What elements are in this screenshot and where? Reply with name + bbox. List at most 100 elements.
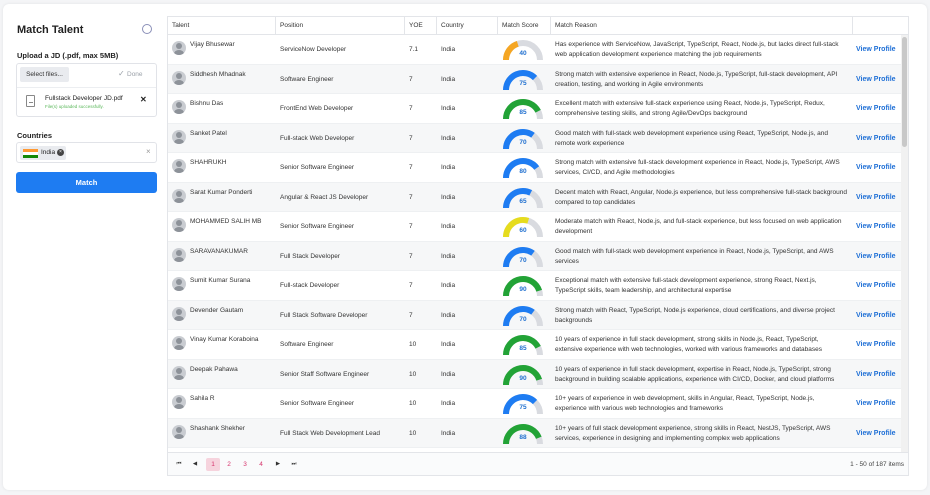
view-profile-link[interactable]: View Profile — [856, 212, 896, 241]
match-button[interactable]: Match — [16, 172, 157, 193]
header-country[interactable]: Country — [437, 17, 498, 35]
table-row[interactable]: Sahila R Senior Software Engineer 10 Ind… — [168, 389, 908, 419]
first-page-button[interactable]: ⏮ — [172, 458, 186, 471]
view-profile-link[interactable]: View Profile — [856, 419, 896, 448]
view-profile-link[interactable]: View Profile — [856, 389, 896, 418]
match-score-value: 90 — [519, 374, 527, 382]
last-page-button[interactable]: ⏭ — [287, 458, 301, 471]
country-chip: India × — [20, 146, 66, 160]
view-profile-link[interactable]: View Profile — [856, 94, 896, 123]
table-row[interactable]: Sumit Kumar Surana Full-stack Developer … — [168, 271, 908, 301]
avatar-icon — [172, 395, 186, 409]
match-score-gauge: 70 — [501, 243, 545, 271]
remove-file-icon[interactable]: ✕ — [140, 95, 147, 104]
position-cell: Full Stack Web Development Lead — [280, 429, 380, 437]
match-reason-cell: Has experience with ServiceNow, JavaScri… — [555, 41, 839, 58]
vertical-scrollbar[interactable] — [901, 35, 908, 452]
avatar-icon — [172, 41, 186, 55]
match-score-gauge: 40 — [501, 36, 545, 64]
refresh-icon[interactable] — [142, 24, 152, 34]
table-row[interactable]: Vijay Bhusewar ServiceNow Developer 7.1 … — [168, 35, 908, 65]
next-page-button[interactable]: ▶ — [271, 458, 285, 471]
page-3-button[interactable]: 3 — [238, 458, 252, 471]
view-profile-link[interactable]: View Profile — [856, 271, 896, 300]
page-4-button[interactable]: 4 — [254, 458, 268, 471]
view-profile-link[interactable]: View Profile — [856, 360, 896, 389]
page-1-button[interactable]: 1 — [206, 458, 220, 471]
talent-cell: Deepak Pahawa — [168, 360, 276, 389]
upload-label: Upload a JD (.pdf, max 5MB) — [17, 51, 119, 60]
talent-name: Sanket Patel — [190, 129, 227, 137]
file-icon — [26, 95, 35, 107]
talent-cell: Sarat Kumar Ponderti — [168, 183, 276, 212]
header-match-reason[interactable]: Match Reason — [551, 17, 853, 35]
prev-page-button[interactable]: ◀ — [188, 458, 202, 471]
header-yoe[interactable]: YOE — [405, 17, 437, 35]
talent-cell: Devender Gautam — [168, 301, 276, 330]
grid-header: Talent Position YOE Country Match Score … — [168, 17, 908, 35]
header-talent[interactable]: Talent — [168, 17, 276, 35]
table-row[interactable]: SARAVANAKUMAR Full Stack Developer 7 Ind… — [168, 241, 908, 271]
match-reason-cell: Good match with full-stack web developme… — [555, 247, 834, 265]
talent-name: MOHAMMED SALIH MB — [190, 218, 262, 225]
table-row[interactable]: Siddhesh Mhadnak Software Engineer 7 Ind… — [168, 64, 908, 94]
table-row[interactable]: Bishnu Das FrontEnd Web Developer 7 Indi… — [168, 94, 908, 124]
match-score-gauge: 70 — [501, 302, 545, 330]
table-row[interactable]: Vinay Kumar Koraboina Software Engineer … — [168, 330, 908, 360]
talent-cell: Vinay Kumar Koraboina — [168, 330, 276, 359]
table-row[interactable]: SHAHRUKH Senior Software Engineer 7 Indi… — [168, 153, 908, 183]
match-score-value: 75 — [519, 404, 527, 411]
talent-cell: Sahila R — [168, 389, 276, 418]
match-score-gauge: 85 — [501, 95, 545, 123]
avatar-icon — [172, 424, 186, 439]
view-profile-link[interactable]: View Profile — [856, 124, 896, 153]
avatar-icon — [172, 129, 186, 144]
page-2-button[interactable]: 2 — [222, 458, 236, 471]
match-score-value: 85 — [519, 345, 527, 352]
country-cell: India — [441, 75, 456, 83]
view-profile-link[interactable]: View Profile — [856, 330, 896, 359]
match-score-value: 75 — [519, 79, 527, 87]
match-score-value: 60 — [519, 227, 527, 234]
country-cell: India — [441, 341, 456, 348]
position-cell: Full Stack Software Developer — [280, 311, 368, 319]
view-profile-link[interactable]: View Profile — [856, 183, 896, 212]
table-row[interactable]: Sanket Patel Full-stack Web Developer 7 … — [168, 123, 908, 153]
match-score-value: 90 — [519, 286, 527, 293]
table-row[interactable]: MOHAMMED SALIH MB Senior Software Engine… — [168, 212, 908, 242]
country-cell: India — [441, 193, 456, 201]
remove-chip-icon[interactable]: × — [57, 149, 64, 156]
view-profile-link[interactable]: View Profile — [856, 242, 896, 271]
talent-cell: SARAVANAKUMAR — [168, 242, 276, 271]
done-button[interactable]: Done — [127, 71, 143, 78]
view-profile-link[interactable]: View Profile — [856, 153, 896, 182]
scrollbar-thumb[interactable] — [902, 37, 907, 147]
table-row[interactable]: Devender Gautam Full Stack Software Deve… — [168, 300, 908, 330]
header-position[interactable]: Position — [276, 17, 405, 35]
table-row[interactable]: Sarat Kumar Ponderti Angular & React JS … — [168, 182, 908, 212]
panel-title: Match Talent — [17, 24, 84, 36]
yoe-cell: 7 — [409, 282, 413, 289]
view-profile-link[interactable]: View Profile — [856, 301, 896, 330]
table-row[interactable]: Deepak Pahawa Senior Staff Software Engi… — [168, 359, 908, 389]
left-panel: Match Talent Upload a JD (.pdf, max 5MB)… — [3, 4, 169, 490]
position-cell: Senior Staff Software Engineer — [280, 370, 370, 378]
talent-name: Shashank Shekher — [190, 424, 245, 432]
match-score-value: 70 — [519, 315, 527, 323]
countries-multiselect[interactable]: India × × — [16, 142, 157, 163]
match-reason-cell: 10+ years of full stack development expe… — [555, 424, 831, 442]
talent-name: Sarat Kumar Ponderti — [190, 188, 253, 196]
header-match-score[interactable]: Match Score — [498, 17, 551, 35]
view-profile-link[interactable]: View Profile — [856, 65, 896, 94]
uploaded-file-row: Fullstack Developer JD.pdf File(s) uploa… — [17, 87, 156, 117]
country-cell: India — [441, 400, 456, 407]
table-row[interactable]: Shashank Shekher Full Stack Web Developm… — [168, 418, 908, 448]
clear-icon[interactable]: × — [146, 147, 151, 156]
select-files-button[interactable]: Select files... — [20, 67, 69, 82]
view-profile-link[interactable]: View Profile — [856, 35, 896, 64]
position-cell: ServiceNow Developer — [280, 46, 347, 53]
match-reason-cell: 10+ years of experience in web developme… — [555, 395, 815, 412]
talent-name: Deepak Pahawa — [190, 365, 238, 373]
match-score-value: 85 — [519, 109, 527, 116]
match-reason-cell: Strong match with React, TypeScript, Nod… — [555, 306, 835, 324]
